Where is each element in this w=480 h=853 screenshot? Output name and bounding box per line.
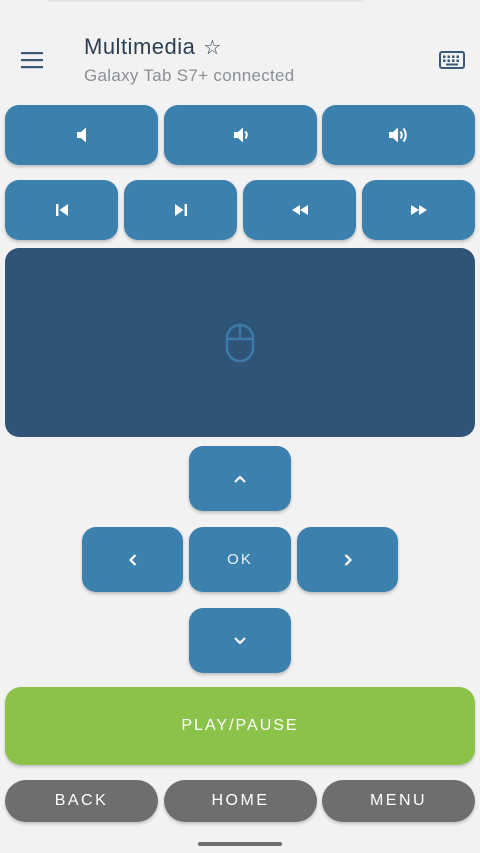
rewind-icon — [291, 205, 308, 215]
connection-status: Galaxy Tab S7+ connected — [84, 66, 295, 85]
play-pause-button[interactable]: PLAY/PAUSE — [5, 687, 475, 765]
menu-label: MENU — [369, 792, 428, 809]
back-button[interactable]: BACK — [5, 780, 158, 822]
home-button[interactable]: HOME — [164, 780, 317, 822]
dpad-ok-button[interactable]: OK — [189, 527, 291, 592]
home-label: HOME — [211, 792, 270, 809]
dpad-right-button[interactable] — [297, 527, 398, 592]
hamburger-menu-icon — [21, 52, 43, 69]
top-divider — [48, 0, 364, 2]
skip-next-icon — [174, 204, 187, 216]
next-button[interactable] — [124, 180, 237, 240]
skip-previous-icon — [55, 204, 68, 216]
keyboard-button[interactable] — [434, 44, 470, 76]
previous-button[interactable] — [5, 180, 118, 240]
volume-mute-button[interactable] — [5, 105, 158, 165]
dpad-down-button[interactable] — [189, 608, 291, 673]
page-title: Multimedia ☆ — [84, 34, 222, 60]
chevron-left-icon — [128, 553, 136, 566]
menu-button[interactable] — [14, 44, 50, 76]
favorite-star-icon[interactable]: ☆ — [203, 37, 221, 59]
page-title-text: Multimedia — [84, 34, 196, 59]
ok-label: OK — [227, 551, 253, 568]
volume-down-icon — [233, 127, 248, 143]
chevron-up-icon — [234, 474, 246, 483]
dpad-left-button[interactable] — [82, 527, 183, 592]
fast-forward-icon — [410, 205, 427, 215]
back-label: BACK — [54, 792, 109, 809]
keyboard-icon — [439, 51, 465, 69]
chevron-right-icon — [344, 553, 352, 566]
chevron-down-icon — [234, 636, 246, 645]
menu-nav-button[interactable]: MENU — [322, 780, 475, 822]
rewind-button[interactable] — [243, 180, 356, 240]
touchpad[interactable] — [5, 248, 475, 437]
gesture-home-bar[interactable] — [198, 842, 282, 846]
dpad-up-button[interactable] — [189, 446, 291, 511]
volume-up-button[interactable] — [322, 105, 475, 165]
volume-up-icon — [388, 127, 407, 143]
volume-mute-icon — [76, 127, 86, 143]
mouse-icon — [225, 323, 255, 362]
volume-down-button[interactable] — [164, 105, 317, 165]
fast-forward-button[interactable] — [362, 180, 475, 240]
play-pause-label: PLAY/PAUSE — [181, 717, 299, 734]
